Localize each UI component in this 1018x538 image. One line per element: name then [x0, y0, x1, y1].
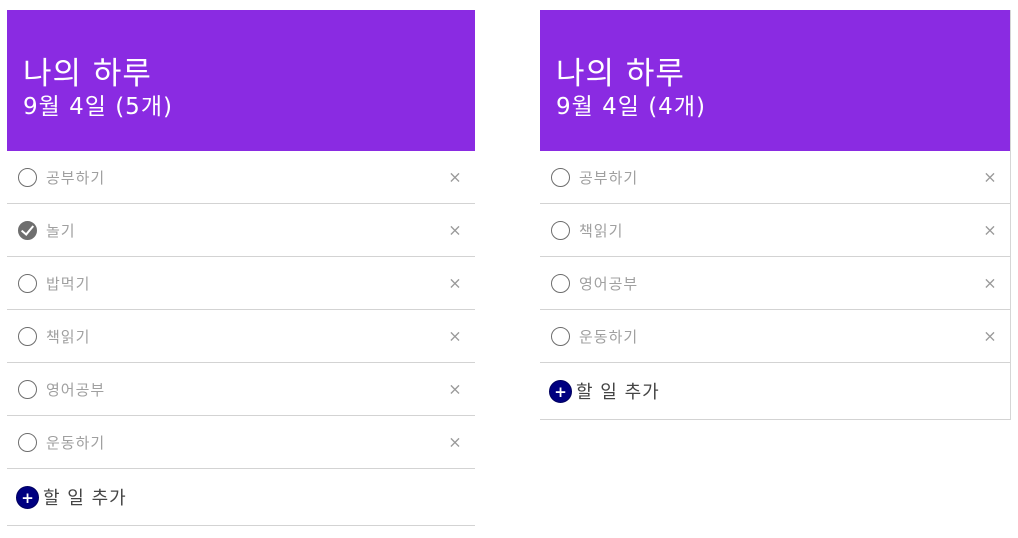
todo-item: 영어공부 × [540, 257, 1010, 310]
todo-label: 영어공부 [46, 380, 106, 399]
header: 나의 하루 9월 4일 (4개) [540, 10, 1010, 151]
checkbox-circle-icon[interactable] [18, 379, 37, 399]
todo-panel-right: 나의 하루 9월 4일 (4개) 공부하기 × 책읽기 × 영어공부 × 운동하… [540, 10, 1011, 420]
todo-label: 책읽기 [46, 327, 91, 346]
todo-label: 공부하기 [579, 168, 639, 187]
delete-icon[interactable]: × [448, 380, 462, 399]
todo-label: 운동하기 [579, 327, 639, 346]
add-todo-button[interactable]: + 할 일 추가 [7, 469, 475, 526]
delete-icon[interactable]: × [448, 221, 462, 240]
todo-panel-left: 나의 하루 9월 4일 (5개) 공부하기 × 놀기 × 밥먹기 × 책읽기 ×… [7, 10, 475, 526]
add-todo-label: 할 일 추가 [43, 488, 127, 509]
header: 나의 하루 9월 4일 (5개) [7, 10, 475, 151]
todo-item: 영어공부 × [7, 363, 475, 416]
checkbox-circle-icon[interactable] [551, 167, 570, 187]
todo-list: 공부하기 × 놀기 × 밥먹기 × 책읽기 × 영어공부 × 운동하기 × [7, 151, 475, 469]
delete-icon[interactable]: × [983, 168, 997, 187]
page-title: 나의 하루 [23, 56, 152, 92]
delete-icon[interactable]: × [983, 221, 997, 240]
checkbox-circle-icon[interactable] [18, 273, 37, 293]
todo-item: 놀기 × [7, 204, 475, 257]
todo-item: 책읽기 × [540, 204, 1010, 257]
delete-icon[interactable]: × [448, 168, 462, 187]
plus-icon: + [549, 379, 572, 403]
todo-label: 공부하기 [46, 168, 106, 187]
checked-circle-icon[interactable] [18, 220, 37, 240]
plus-icon: + [16, 485, 39, 509]
checkbox-circle-icon[interactable] [18, 432, 37, 452]
delete-icon[interactable]: × [448, 327, 462, 346]
todo-item: 운동하기 × [540, 310, 1010, 363]
delete-icon[interactable]: × [983, 327, 997, 346]
delete-icon[interactable]: × [448, 274, 462, 293]
todo-item: 운동하기 × [7, 416, 475, 469]
add-todo-label: 할 일 추가 [576, 382, 660, 403]
todo-item: 책읽기 × [7, 310, 475, 363]
todo-item: 공부하기 × [540, 151, 1010, 204]
todo-label: 책읽기 [579, 221, 624, 240]
checkbox-circle-icon[interactable] [551, 326, 570, 346]
checkbox-circle-icon[interactable] [551, 273, 570, 293]
delete-icon[interactable]: × [983, 274, 997, 293]
checkbox-circle-icon[interactable] [18, 167, 37, 187]
checkbox-circle-icon[interactable] [18, 326, 37, 346]
todo-label: 밥먹기 [46, 274, 91, 293]
todo-list: 공부하기 × 책읽기 × 영어공부 × 운동하기 × [540, 151, 1010, 363]
date-count-subtitle: 9월 4일 (4개) [556, 94, 706, 120]
todo-label: 영어공부 [579, 274, 639, 293]
checkmark-icon [20, 221, 35, 236]
todo-item: 밥먹기 × [7, 257, 475, 310]
page-title: 나의 하루 [556, 56, 685, 92]
date-count-subtitle: 9월 4일 (5개) [23, 94, 173, 120]
todo-label: 운동하기 [46, 433, 106, 452]
add-todo-button[interactable]: + 할 일 추가 [540, 363, 1010, 420]
todo-label: 놀기 [46, 221, 76, 240]
delete-icon[interactable]: × [448, 433, 462, 452]
checkbox-circle-icon[interactable] [551, 220, 570, 240]
todo-item: 공부하기 × [7, 151, 475, 204]
